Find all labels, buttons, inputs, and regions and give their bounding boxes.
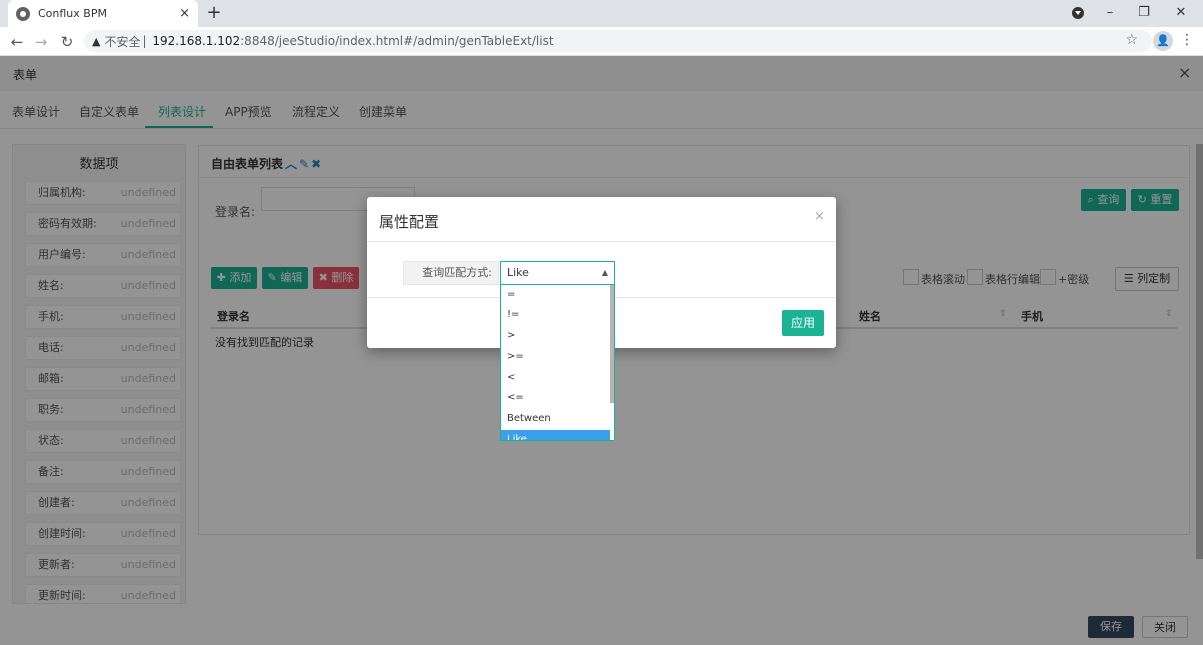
browser-tab[interactable]: Conflux BPM × <box>8 0 198 27</box>
option-lte[interactable]: <= <box>501 388 610 408</box>
profile-avatar-icon[interactable]: 👤 <box>1153 31 1173 51</box>
url-separator: | <box>142 34 151 48</box>
options-scrollbar[interactable] <box>610 285 614 403</box>
tab-close-icon[interactable]: × <box>179 6 190 21</box>
browser-tab-bar: Conflux BPM × + – ❐ ✕ <box>0 0 1203 27</box>
window-minimize-button[interactable]: – <box>1092 0 1128 27</box>
globe-icon <box>16 6 30 21</box>
media-control-button[interactable] <box>1060 0 1096 27</box>
option-like[interactable]: Like <box>501 430 610 440</box>
dialog-divider <box>367 241 836 242</box>
dialog-title: 属性配置 <box>379 213 440 231</box>
media-icon <box>1072 6 1084 19</box>
match-mode-value: Like <box>507 266 529 279</box>
back-arrow-icon[interactable]: ← <box>6 31 28 53</box>
address-bar-row: ← → ↻ ▲ 不安全 | 192.168.1.102 :8848/jeeStu… <box>0 27 1203 56</box>
dialog-close-icon[interactable]: × <box>814 209 825 224</box>
warning-icon: ▲ <box>92 34 101 48</box>
forward-arrow-icon[interactable]: → <box>30 31 52 53</box>
option-gt[interactable]: > <box>501 326 610 346</box>
star-icon[interactable]: ☆ <box>1125 32 1138 48</box>
match-mode-select[interactable]: Like ▲ <box>500 261 615 285</box>
match-mode-label: 查询匹配方式: <box>403 261 499 285</box>
insecure-label: 不安全 <box>104 34 141 49</box>
window-close-button[interactable]: ✕ <box>1163 0 1199 27</box>
option-between[interactable]: Between <box>501 409 610 429</box>
option-lt[interactable]: < <box>501 368 610 388</box>
apply-button[interactable]: 应用 <box>782 310 824 336</box>
new-tab-button[interactable]: + <box>204 3 224 23</box>
option-gte[interactable]: >= <box>501 347 610 367</box>
menu-kebab-icon[interactable]: ⋮ <box>1180 32 1194 48</box>
reload-icon[interactable]: ↻ <box>56 31 78 53</box>
browser-tab-title: Conflux BPM <box>38 7 107 20</box>
url-host: 192.168.1.102 <box>152 34 241 48</box>
window-maximize-button[interactable]: ❐ <box>1126 0 1162 27</box>
url-path: :8848/jeeStudio/index.html#/admin/genTab… <box>240 34 554 48</box>
option-neq[interactable]: != <box>501 305 610 325</box>
match-mode-options: = != > >= < <= Between Like <box>500 285 615 441</box>
url-input[interactable]: ▲ 不安全 | 192.168.1.102 :8848/jeeStudio/in… <box>84 30 1152 52</box>
option-eq[interactable]: = <box>501 285 610 305</box>
caret-up-icon: ▲ <box>601 268 608 277</box>
